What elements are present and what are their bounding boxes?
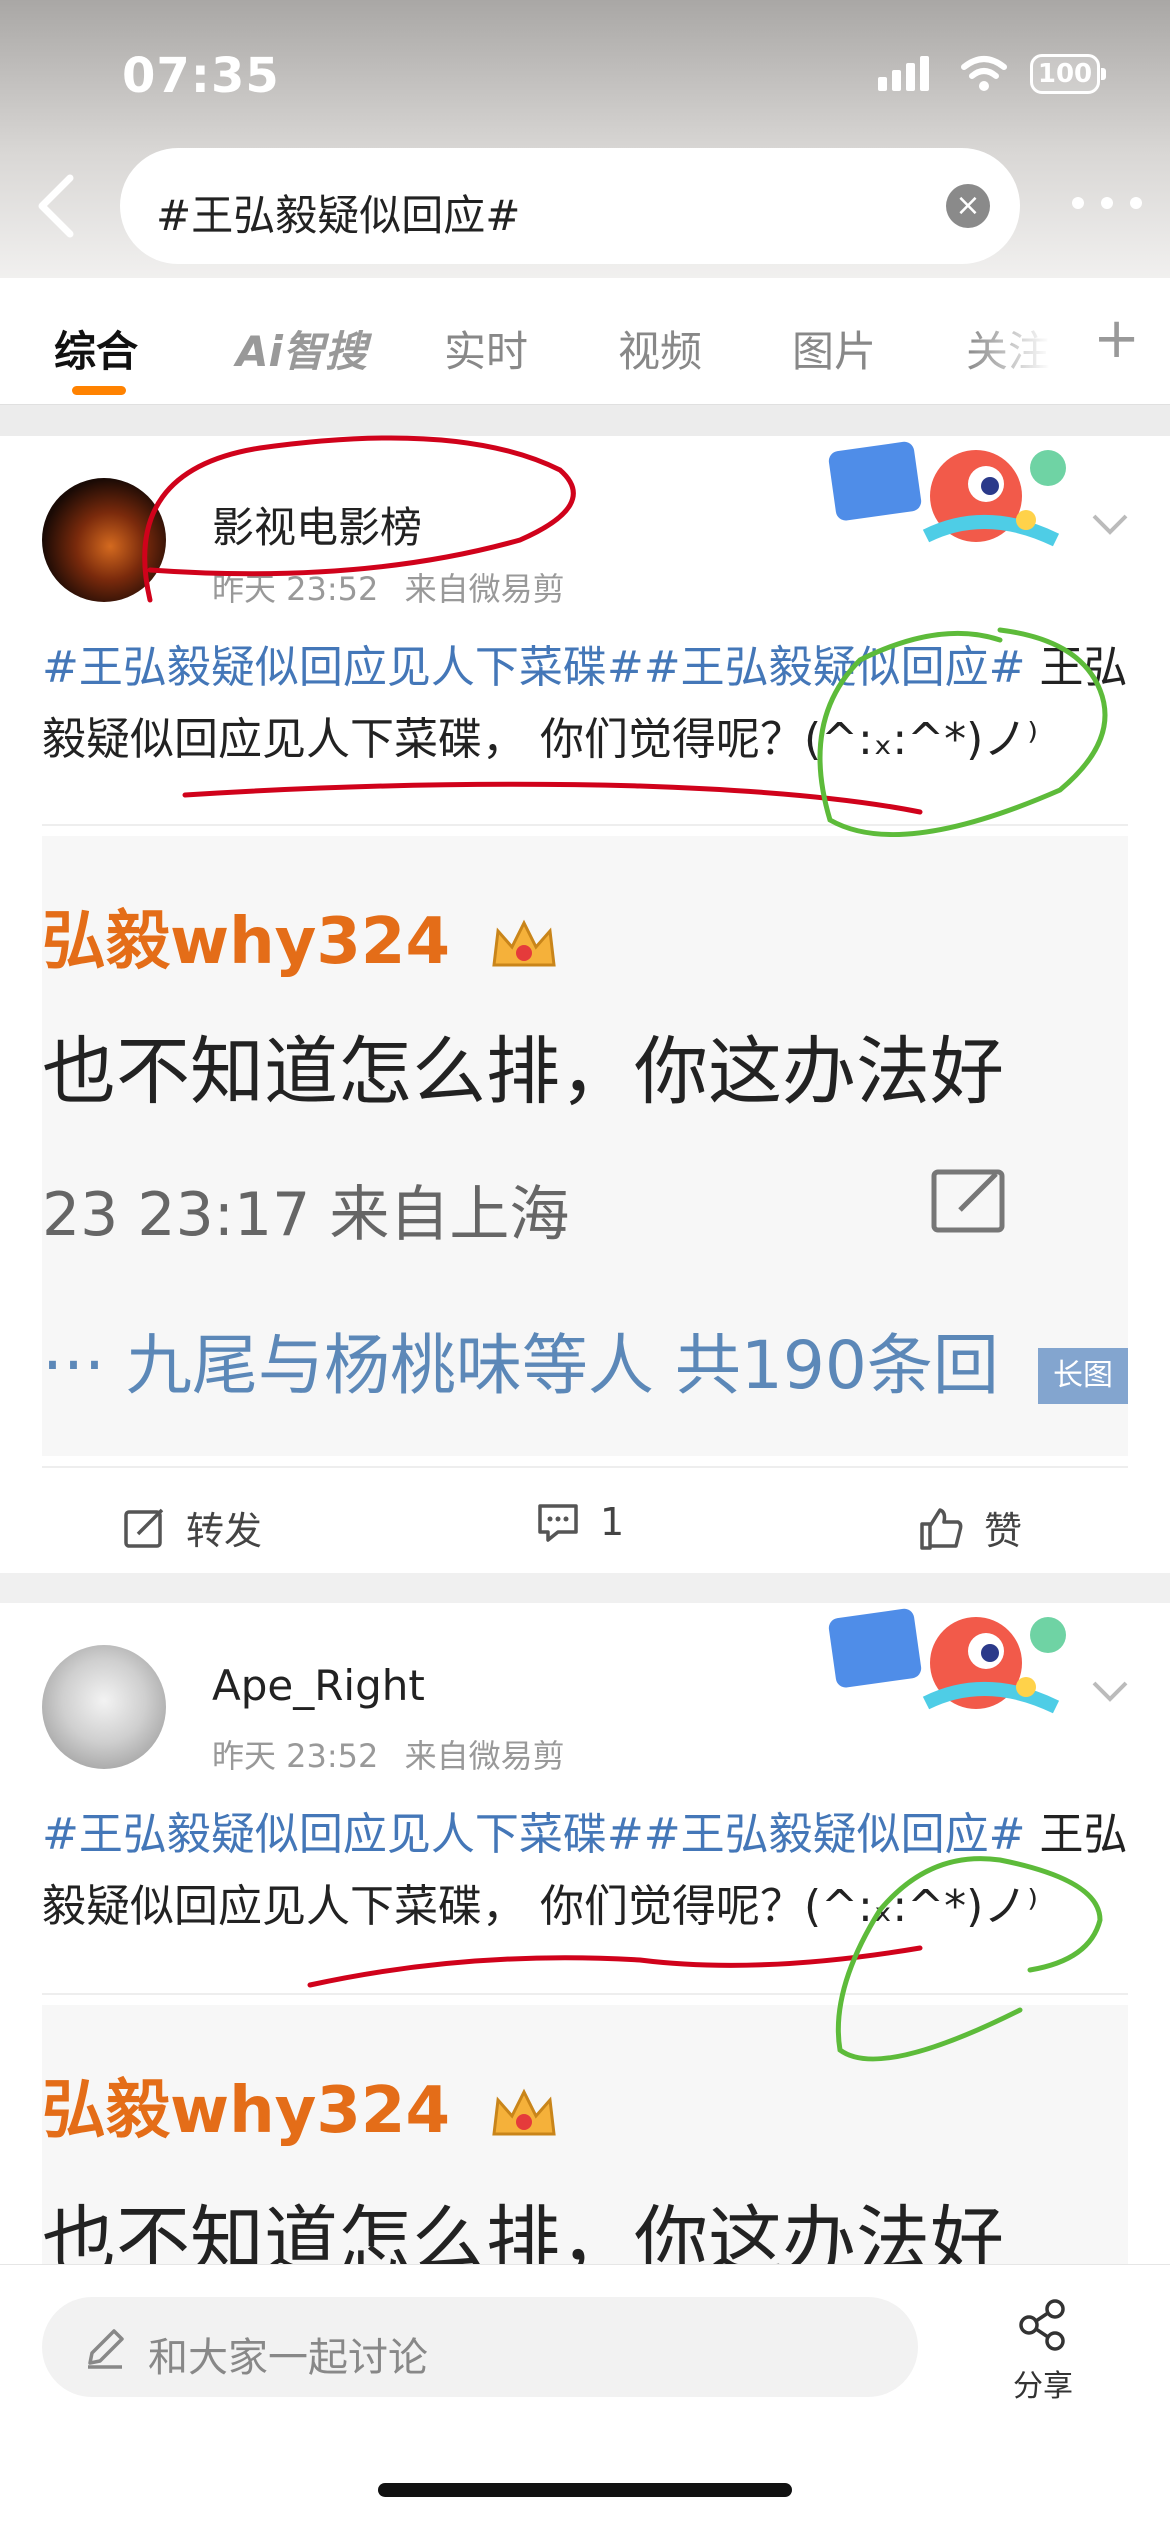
more-options-icon[interactable] [1072, 188, 1142, 218]
post-card: 影视电影榜 昨天 23:52 来自微易剪 #王弘毅疑似回应见人下菜碟##王弘毅疑… [0, 436, 1170, 1573]
tab-ai-search[interactable]: Ai智搜 [236, 318, 367, 379]
post-time: 昨天 23:52 [212, 570, 379, 608]
home-indicator [378, 2483, 792, 2497]
tab-bar: 综合 Ai智搜 实时 视频 图片 关注 + [0, 278, 1170, 405]
status-time: 07:35 [122, 48, 280, 104]
battery-indicator: 100 [1030, 54, 1106, 94]
comment-placeholder: 和大家一起讨论 [148, 2335, 428, 2381]
tab-comprehensive[interactable]: 综合 [54, 318, 138, 379]
status-icons: 100 [878, 54, 1106, 94]
comment-button[interactable]: 1 [536, 1500, 624, 1544]
card-separator [0, 1573, 1170, 1603]
post-card: Ape_Right 昨天 23:52 来自微易剪 #王弘毅疑似回应见人下菜碟##… [0, 1603, 1170, 2264]
avatar[interactable] [42, 1645, 166, 1769]
divider [42, 824, 1128, 826]
back-arrow-icon[interactable] [28, 170, 88, 240]
post-meta: 昨天 23:52 来自微易剪 [212, 564, 565, 610]
image-body-line: 也不知道怎么排，你这办法好 [42, 1029, 1004, 1115]
signal-icon [878, 56, 929, 91]
festival-sticker-icon [828, 441, 1066, 547]
post-meta: 昨天 23:52 来自微易剪 [212, 1731, 565, 1777]
avatar[interactable] [42, 478, 166, 602]
chevron-down-icon[interactable] [1090, 1679, 1130, 1703]
chevron-down-icon[interactable] [1090, 512, 1130, 536]
post-username[interactable]: Ape_Right [212, 1661, 425, 1710]
topic-link[interactable]: #王弘毅疑似回应见人下菜碟# [42, 642, 644, 693]
crown-icon [492, 920, 556, 967]
clear-search-icon[interactable]: × [946, 184, 990, 228]
post-image[interactable]: 弘毅why324 也不知道怎么排，你这办法好 [42, 2005, 1128, 2264]
image-body-line: 也不知道怎么排，你这办法好 [42, 2198, 1004, 2264]
image-date-line: 23 23:17 来自上海 [42, 1180, 570, 1250]
tab-pictures[interactable]: 图片 [792, 318, 876, 379]
post-image[interactable]: 弘毅why324 也不知道怎么排，你这办法好 23 23:17 来自上海 ···… [42, 836, 1128, 1456]
repost-button[interactable]: 转发 [122, 1500, 262, 1555]
tab-realtime[interactable]: 实时 [444, 318, 528, 379]
topic-link[interactable]: #王弘毅疑似回应# [644, 642, 1026, 693]
divider [42, 1466, 1128, 1468]
tab-video[interactable]: 视频 [618, 318, 702, 379]
thumbs-up-icon [920, 1507, 963, 1550]
post-source: 来自微易剪 [404, 1737, 565, 1775]
search-query: #王弘毅疑似回应# [156, 191, 521, 240]
comment-input[interactable]: 和大家一起讨论 [42, 2297, 918, 2397]
post-actions: 转发 1 赞 [0, 1474, 1170, 1574]
share-button[interactable]: 分享 [1008, 2297, 1078, 2405]
search-input[interactable]: #王弘毅疑似回应# × [120, 148, 1020, 264]
image-reply-line: ··· 九尾与杨桃味等人 共190条回 [42, 1327, 999, 1404]
post-text: #王弘毅疑似回应见人下菜碟##王弘毅疑似回应# 王弘毅疑似回应见人下菜碟， 你们… [42, 1799, 1132, 1943]
topic-link[interactable]: #王弘毅疑似回应见人下菜碟# [42, 1809, 644, 1860]
topic-link[interactable]: #王弘毅疑似回应# [644, 1809, 1026, 1860]
image-name-line: 弘毅why324 [42, 2059, 560, 2151]
share-label: 分享 [1013, 2369, 1073, 2404]
post-source: 来自微易剪 [404, 570, 565, 608]
image-name-line: 弘毅why324 [42, 890, 560, 982]
wifi-icon [961, 56, 1007, 91]
share-icon [1019, 2299, 1065, 2351]
post-text: #王弘毅疑似回应见人下菜碟##王弘毅疑似回应# 王弘毅疑似回应见人下菜碟， 你们… [42, 632, 1132, 776]
comment-icon [538, 1504, 578, 1542]
festival-sticker-icon [828, 1608, 1066, 1714]
divider [42, 1993, 1128, 1995]
add-tab-icon[interactable]: + [1093, 306, 1140, 371]
active-tab-indicator [72, 386, 126, 395]
post-time: 昨天 23:52 [212, 1737, 379, 1775]
tab-fade [966, 278, 1086, 403]
post-username[interactable]: 影视电影榜 [212, 494, 422, 555]
long-image-badge: 长图 [1038, 1348, 1128, 1404]
repost-icon [124, 1508, 164, 1548]
top-header: 07:35 100 #王弘毅疑似回应# × [0, 0, 1170, 278]
crown-icon [492, 2089, 556, 2136]
external-link-icon [931, 1169, 1005, 1233]
bottom-bar: 和大家一起讨论 分享 [0, 2264, 1170, 2533]
like-button[interactable]: 赞 [916, 1500, 1022, 1555]
pencil-icon [88, 2329, 124, 2369]
